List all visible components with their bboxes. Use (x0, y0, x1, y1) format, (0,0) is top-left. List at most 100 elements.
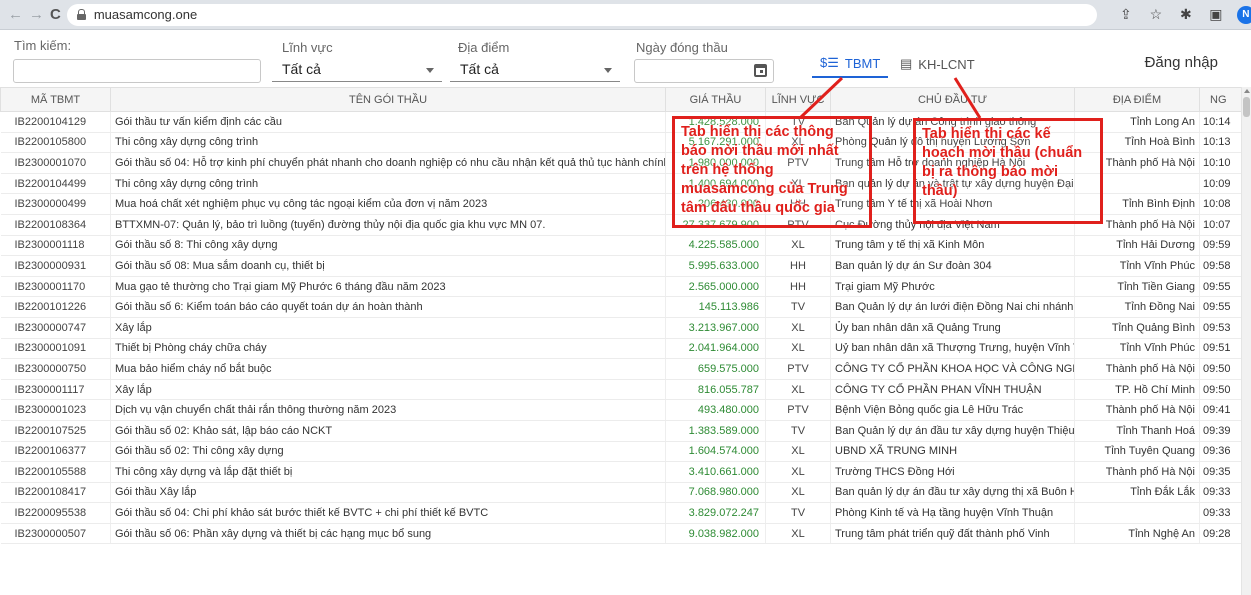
cell-location: Thành phố Hà Nội (1074, 399, 1200, 421)
cell-name[interactable]: Gói thầu số 02: Thi công xây dựng (110, 441, 666, 463)
col-header-price[interactable]: GIÁ THẦU (665, 87, 766, 112)
cell-field: XL (765, 461, 831, 483)
table-row[interactable]: IB2300001170 Mua gạo tẻ thường cho Trại g… (0, 276, 1241, 298)
date-input-value (635, 61, 641, 76)
cell-name[interactable]: Xây lắp (110, 379, 666, 401)
cell-name[interactable]: Gói thầu số 6: Kiểm toán báo cáo quyết t… (110, 296, 666, 318)
cell-field: TV (765, 420, 831, 442)
url-text: muasamcong.one (93, 7, 198, 22)
cell-time: 09:51 (1199, 338, 1241, 360)
table-row[interactable]: IB2200101226 Gói thầu số 6: Kiểm toán báo… (0, 296, 1241, 318)
cell-name[interactable]: Thi công xây dựng công trình (110, 173, 666, 195)
cell-name[interactable]: Gói thầu số 02: Khảo sát, lập báo cáo NC… (110, 420, 666, 442)
cell-price: 3.213.967.000 (665, 317, 766, 339)
col-header-location[interactable]: ĐỊA ĐIỂM (1074, 87, 1200, 112)
cell-name[interactable]: Dịch vụ vận chuyển chất thải rắn thông t… (110, 399, 666, 421)
cell-code: IB2300000747 (0, 317, 111, 339)
cell-code: IB2300001118 (0, 235, 111, 257)
tab-kh-lcnt-label: KH-LCNT (918, 56, 975, 72)
cell-price: 7.068.980.000 (665, 482, 766, 504)
table-row[interactable]: IB2300001091 Thiết bị Phòng cháy chữa chá… (0, 338, 1241, 360)
location-select-value: Tất cả (460, 61, 499, 77)
cell-name[interactable]: Thiết bị Phòng cháy chữa cháy (110, 338, 666, 360)
col-header-date[interactable]: NG (1199, 87, 1241, 112)
side-panel-icon[interactable]: ▣ (1207, 6, 1225, 23)
reload-icon[interactable]: C (50, 4, 61, 26)
cell-name[interactable]: Gói thầu số 8: Thi công xây dựng (110, 235, 666, 257)
cell-name[interactable]: Gói thầu số 04: Chi phí khảo sát bước th… (110, 502, 666, 524)
extensions-puzzle-icon[interactable]: ✱ (1177, 6, 1195, 23)
address-bar[interactable]: muasamcong.one (66, 3, 1097, 26)
cell-name[interactable]: Gói thầu số 04: Hỗ trợ kinh phí chuyển p… (110, 152, 666, 174)
cell-field: XL (765, 379, 831, 401)
calendar-icon[interactable] (754, 64, 767, 77)
table-row[interactable]: IB2200108417 Gói thầu Xây lắp 7.068.980.00… (0, 482, 1241, 504)
tab-kh-lcnt[interactable]: ▤ KH-LCNT (892, 50, 983, 78)
cell-location: Tỉnh Vĩnh Phúc (1074, 338, 1200, 360)
login-link[interactable]: Đăng nhập (1145, 54, 1218, 71)
cell-price: 2.041.964.000 (665, 338, 766, 360)
cell-location: Tỉnh Nghệ An (1074, 523, 1200, 545)
lock-icon (76, 9, 86, 20)
cell-name[interactable]: Gói thầu Xây lắp (110, 482, 666, 504)
cell-price: 816.055.787 (665, 379, 766, 401)
cell-code: IB2200104499 (0, 173, 111, 195)
cell-owner: Ban quản lý dự án đầu tư xây dựng thị xã… (830, 482, 1075, 504)
search-input[interactable] (13, 59, 261, 83)
cell-name[interactable]: Gói thầu tư vấn kiểm định các cầu (110, 111, 666, 133)
location-select[interactable]: Tất cả (450, 58, 620, 82)
table-row[interactable]: IB2200095538 Gói thầu số 04: Chi phí khảo… (0, 502, 1241, 524)
cell-name[interactable]: Thi công xây dựng và lắp đặt thiết bị (110, 461, 666, 483)
table-row[interactable]: IB2300000747 Xây lắp 3.213.967.000 XL Ủy ban… (0, 317, 1241, 339)
table-row[interactable]: IB2300000750 Mua bảo hiểm cháy nổ bắt buộ… (0, 358, 1241, 380)
col-header-field[interactable]: LĨNH VỰC (765, 87, 831, 112)
field-label: Lĩnh vực (282, 40, 333, 55)
table-row[interactable]: IB2300001118 Gói thầu số 8: Thi công xây … (0, 235, 1241, 257)
field-select-value: Tất cả (282, 61, 321, 77)
cell-price: 659.575.000 (665, 358, 766, 380)
cell-name[interactable]: Thi công xây dựng công trình (110, 132, 666, 154)
scroll-thumb[interactable] (1243, 97, 1250, 117)
cell-time: 09:58 (1199, 255, 1241, 277)
cell-price: 1.383.589.000 (665, 420, 766, 442)
cell-owner: Trung tâm phát triển quỹ đất thành phố V… (830, 523, 1075, 545)
table-row[interactable]: IB2200107525 Gói thầu số 02: Khảo sát, lậ… (0, 420, 1241, 442)
bookmark-star-icon[interactable]: ☆ (1147, 6, 1165, 23)
plan-document-icon: ▤ (900, 56, 913, 71)
table-row[interactable]: IB2200106377 Gói thầu số 02: Thi công xây… (0, 441, 1241, 463)
col-header-name[interactable]: TÊN GÓI THẦU (110, 87, 666, 112)
cell-owner: Bệnh Viện Bỏng quốc gia Lê Hữu Trác (830, 399, 1075, 421)
cell-field: XL (765, 235, 831, 257)
cell-owner: CÔNG TY CỔ PHẦN KHOA HỌC VÀ CÔNG NGHỆ XÃ (830, 358, 1075, 380)
table-row[interactable]: IB2200105588 Thi công xây dựng và lắp đặt… (0, 461, 1241, 483)
col-header-owner[interactable]: CHỦ ĐẦU TƯ (830, 87, 1075, 112)
profile-avatar[interactable]: N (1236, 5, 1251, 24)
cell-owner: Ủy ban nhân dân xã Quảng Trung (830, 317, 1075, 339)
cell-name[interactable]: Mua gạo tẻ thường cho Trại giam Mỹ Phước… (110, 276, 666, 298)
table-row[interactable]: IB2300001117 Xây lắp 816.055.787 XL CÔNG TY … (0, 379, 1241, 401)
cell-name[interactable]: Mua bảo hiểm cháy nổ bắt buộc (110, 358, 666, 380)
table-row[interactable]: IB2300000931 Gói thầu số 08: Mua sắm doan… (0, 255, 1241, 277)
cell-code: IB2300001117 (0, 379, 111, 401)
date-input[interactable] (634, 59, 774, 83)
table-row[interactable]: IB2300001023 Dịch vụ vận chuyển chất thải… (0, 399, 1241, 421)
cell-name[interactable]: Gói thầu số 08: Mua sắm doanh cụ, thiết … (110, 255, 666, 277)
cell-time: 09:53 (1199, 317, 1241, 339)
cell-time: 09:55 (1199, 276, 1241, 298)
cell-price: 493.480.000 (665, 399, 766, 421)
cell-name[interactable]: Mua hoá chất xét nghiệm phục vụ công tác… (110, 193, 666, 215)
cell-field: PTV (765, 358, 831, 380)
forward-arrow-icon[interactable]: → (29, 4, 44, 26)
share-icon[interactable]: ⇪ (1117, 6, 1135, 23)
cell-name[interactable]: Xây lắp (110, 317, 666, 339)
col-header-code[interactable]: MÃ TBMT (0, 87, 111, 112)
tab-tbmt[interactable]: $☰ TBMT (812, 50, 889, 78)
cell-name[interactable]: Gói thầu số 06: Phần xây dựng và thiết b… (110, 523, 666, 545)
cell-location: Tỉnh Tuyên Quang (1074, 441, 1200, 463)
table-scrollbar[interactable] (1241, 87, 1251, 595)
scroll-up-arrow-icon[interactable] (1244, 89, 1250, 93)
field-select[interactable]: Tất cả (272, 58, 442, 82)
table-row[interactable]: IB2300000507 Gói thầu số 06: Phần xây dựn… (0, 523, 1241, 545)
back-arrow-icon[interactable]: ← (8, 4, 23, 26)
cell-name[interactable]: BTTXMN-07: Quản lý, bảo trì luồng (tuyến… (110, 214, 666, 236)
